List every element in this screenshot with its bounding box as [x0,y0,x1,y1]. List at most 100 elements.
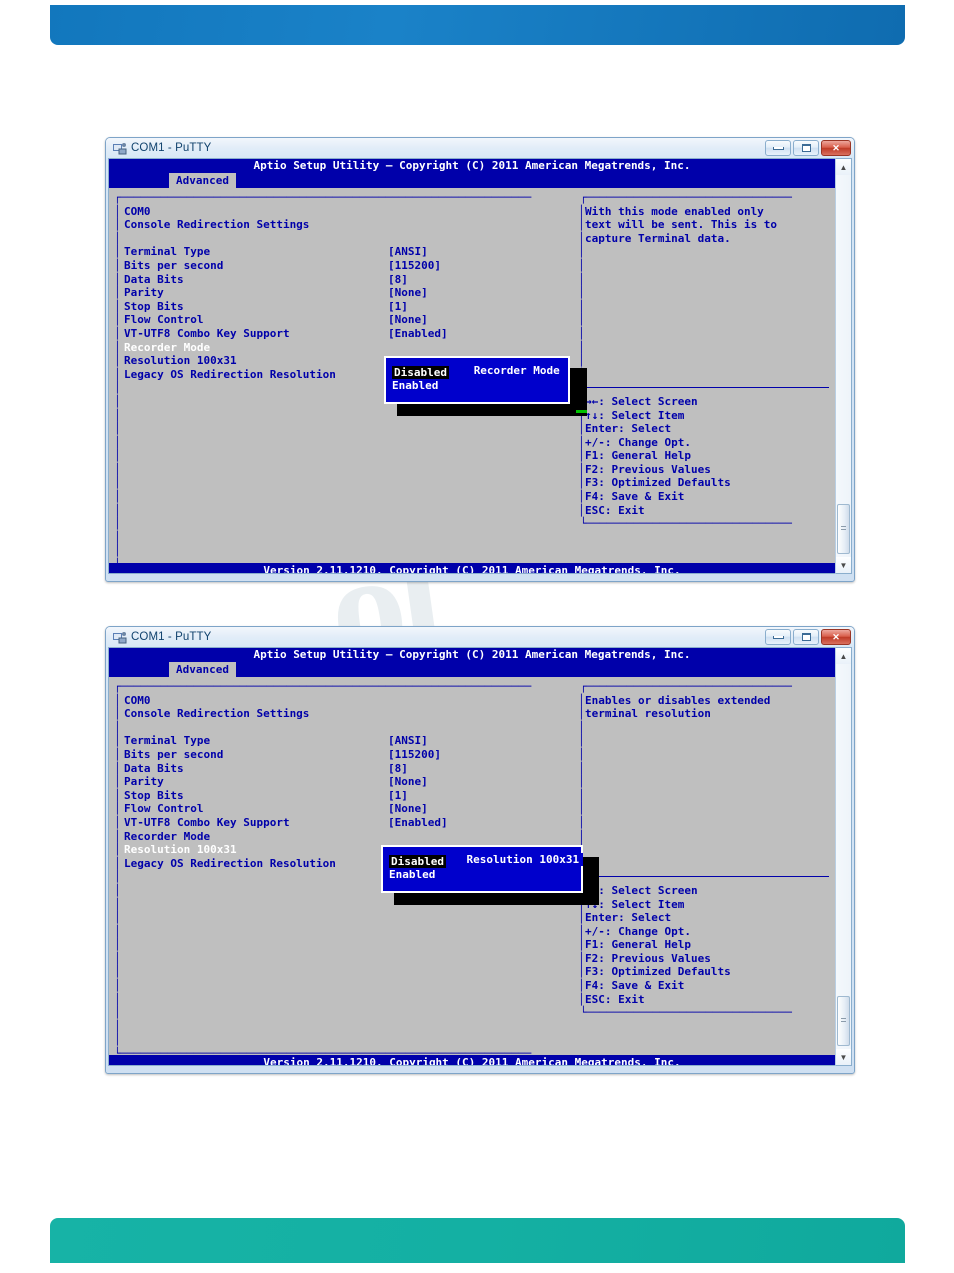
window-2-titlebar[interactable]: COM1 - PuTTY ✕ [106,627,854,647]
setting-value: [1] [388,299,408,313]
popup-option-label: Enabled [392,379,439,393]
help-key-line-text: ↑↓: Select Item [585,897,685,911]
window-1-scrollbar[interactable]: ▲ ▼ [835,158,852,574]
tab-advanced[interactable]: Advanced [169,662,236,677]
frame-pipe: │ [114,476,121,490]
scroll-thumb[interactable] [837,996,850,1046]
setting-label: Resolution 100x31 [124,354,237,368]
minimize-button[interactable] [765,140,791,156]
frame-pipe: │ [578,435,585,449]
setting-label: Stop Bits [124,299,184,313]
frame-pipe: │ [578,802,585,816]
setting-row[interactable]: │ Parity [None] [109,775,575,789]
section-title-com0-2: │ COM0 [114,693,151,707]
frame-filler-row: │ [109,531,575,545]
window-2-terminal[interactable]: Aptio Setup Utility – Copyright (C) 2011… [108,647,835,1066]
setting-row[interactable]: │ VT-UTF8 Combo Key Support [Enabled] [109,816,575,830]
frame-pipe: │ [578,422,585,436]
setting-value: [Enabled] [388,326,448,340]
setting-row[interactable]: │ Stop Bits [1] [109,300,575,314]
frame-pipe: │ [578,272,585,286]
setting-row[interactable]: │ Terminal Type [ANSI] [109,734,575,748]
help-key-line-text: +/-: Change Opt. [585,924,691,938]
frame-pipe: │ [578,747,585,761]
window-1-titlebar[interactable]: COM1 - PuTTY ✕ [106,138,854,158]
maximize-button[interactable] [793,140,819,156]
frame-pipe: │ [578,992,585,1006]
help-blank-line: │ [575,789,835,803]
frame-filler-row: │ [109,449,575,463]
setting-row[interactable]: │ Flow Control [None] [109,313,575,327]
setting-value: [115200] [388,747,441,761]
frame-pipe: │ [114,965,121,979]
window-1-terminal-area: Aptio Setup Utility – Copyright (C) 2011… [106,158,854,577]
help-key-line: │ F2: Previous Values [575,952,835,966]
popup-resolution[interactable]: Resolution 100x31 Disabled Enabled [381,845,584,893]
setting-value: [None] [388,313,428,327]
window-2-scrollbar[interactable]: ▲ ▼ [835,647,852,1066]
putty-window-1[interactable]: COM1 - PuTTY ✕ Aptio Setup Utility – Cop… [105,137,855,582]
frame-pipe: │ [578,815,585,829]
frame-pipe: │ [114,802,121,816]
help-separator-rule [585,870,835,884]
help-key-line: │ +/-: Change Opt. [575,925,835,939]
window-1-terminal[interactable]: Aptio Setup Utility – Copyright (C) 2011… [108,158,835,574]
help-text-line: │ capture Terminal data. [575,232,835,246]
popup-recorder-mode[interactable]: Recorder Mode Disabled Enabled [384,356,570,404]
frame-bottom: └───────────────────────────────────────… [114,1047,532,1061]
frame-top-2: ┌───────────────────────────────────────… [114,680,532,693]
setting-label: Stop Bits [124,788,184,802]
scroll-up-arrow[interactable]: ▲ [836,648,851,664]
setting-row[interactable]: │ Data Bits [8] [109,762,575,776]
frame-pipe: │ [114,938,121,952]
frame-filler-row: │ [109,490,575,504]
bios-tabrow-1: Advanced [109,173,835,188]
minimize-button[interactable] [765,629,791,645]
setting-row[interactable]: │ VT-UTF8 Combo Key Support [Enabled] [109,327,575,341]
help-frame-top: ┌─────────────────────────────── [580,191,792,204]
frame-pipe: │ [114,992,121,1006]
putty-window-2[interactable]: COM1 - PuTTY ✕ Aptio Setup Utility – Cop… [105,626,855,1074]
setting-row[interactable]: │ Terminal Type [ANSI] [109,245,575,259]
scroll-thumb[interactable] [837,504,850,554]
frame-pipe: │ [114,829,121,843]
frame-pipe: │ [578,734,585,748]
frame-pipe: │ [114,856,121,870]
frame-bottom: └───────────────────────────────────────… [114,558,532,572]
tab-advanced[interactable]: Advanced [169,173,236,188]
bios-help-column-2: ┌─────────────────────────────── │ Enables… [575,680,835,1061]
frame-pipe: │ [114,1033,121,1047]
help-key-line: │→←: Select Screen [575,884,835,898]
help-key-line-text: F2: Previous Values [585,951,711,965]
frame-pipe: │ [578,340,585,354]
frame-pipe: │ [578,476,585,490]
frame-pipe: │ [578,911,585,925]
setting-row[interactable]: │ Parity [None] [109,286,575,300]
help-text-line-text: terminal resolution [585,707,711,721]
close-button[interactable]: ✕ [821,140,851,156]
close-button[interactable]: ✕ [821,629,851,645]
scroll-down-arrow[interactable]: ▼ [836,1049,851,1065]
frame-pipe: │ [114,788,121,802]
help-key-line-text: F3: Optimized Defaults [585,476,731,490]
scroll-up-arrow[interactable]: ▲ [836,159,851,175]
help-blank-line: │ [575,748,835,762]
setting-value: [8] [388,272,408,286]
frame-pipe: │ [114,1019,121,1033]
help-key-line: │ F4: Save & Exit [575,490,835,504]
setting-label: VT-UTF8 Combo Key Support [124,815,290,829]
setting-value: [115200] [388,258,441,272]
setting-row[interactable]: │ Flow Control [None] [109,802,575,816]
frame-pipe: │ [578,775,585,789]
scroll-down-arrow[interactable]: ▼ [836,557,851,573]
frame-filler-row: │ [109,938,575,952]
setting-row[interactable]: │ Stop Bits [1] [109,789,575,803]
maximize-button[interactable] [793,629,819,645]
help-blank-line: │ [575,762,835,776]
setting-row[interactable]: │ Data Bits [8] [109,273,575,287]
setting-value: [ANSI] [388,734,428,748]
setting-value: [None] [388,286,428,300]
setting-row[interactable]: │ Bits per second [115200] [109,259,575,273]
setting-row[interactable]: │ Bits per second [115200] [109,748,575,762]
help-text-line-text: text will be sent. This is to [585,218,778,232]
